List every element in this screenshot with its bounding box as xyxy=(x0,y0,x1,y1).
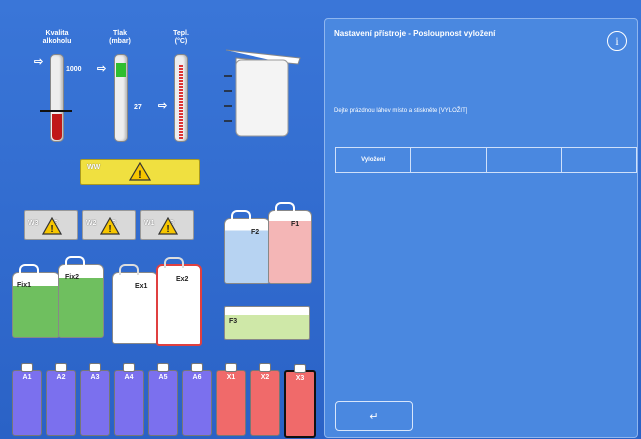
temperature-value: 27 xyxy=(134,104,142,111)
ww-tray-label: WW xyxy=(87,164,101,171)
reagent-bottle-label: A3 xyxy=(90,374,100,381)
pressure-gauge xyxy=(114,54,128,142)
ex-can-ex2-label: Ex2 xyxy=(176,276,189,283)
pressure-gauge-label-line2: (mbar) xyxy=(109,38,131,45)
can-handle-icon xyxy=(275,202,295,213)
temperature-gauge-arrow-icon: ⇨ xyxy=(158,100,168,112)
fix-can-fix2-label: Fix2 xyxy=(65,274,80,281)
ex-can-ex2[interactable]: Ex2 xyxy=(156,257,202,346)
wax-bath-w1-name: W1 xyxy=(144,220,155,227)
fix-can-fix1-label: Fix1 xyxy=(17,282,32,289)
return-arrow-icon: ↵ xyxy=(369,410,379,423)
reagent-bottle-label: X1 xyxy=(226,374,236,381)
can-handle-icon xyxy=(231,210,251,221)
info-icon[interactable]: i xyxy=(607,31,627,51)
reagent-bottle-a5[interactable]: A5 xyxy=(148,363,178,436)
warning-icon: ! xyxy=(129,162,151,181)
can-handle-icon xyxy=(164,257,184,268)
warning-icon: ! xyxy=(100,217,120,235)
reagent-bottle-a6[interactable]: A6 xyxy=(182,363,212,436)
warning-icon: ! xyxy=(158,217,178,235)
sequence-cell-4[interactable] xyxy=(560,148,637,172)
can-handle-icon xyxy=(65,256,85,267)
can-handle-icon xyxy=(19,264,39,275)
reagent-bottle-a2[interactable]: A2 xyxy=(46,363,76,436)
formalin-can-f2[interactable]: F2 xyxy=(224,210,270,284)
wax-bath-w2[interactable]: W2 °C ! xyxy=(82,210,136,240)
bottle-cap-icon xyxy=(89,363,101,372)
alcohol-gauge-arrow-icon: ⇨ xyxy=(34,56,44,68)
svg-text:!: ! xyxy=(138,169,142,181)
formalin-can-f1[interactable]: F1 xyxy=(268,202,312,284)
reagent-bottle-a1[interactable]: A1 xyxy=(12,363,42,436)
svg-text:!: ! xyxy=(166,224,169,235)
sequence-cell-1[interactable]: Vyložení xyxy=(335,148,410,172)
alcohol-gauge-label: Kvalita alkoholu xyxy=(36,30,78,46)
pressure-gauge-arrow-icon: ⇨ xyxy=(97,63,107,75)
reagent-bottle-label: A6 xyxy=(192,374,202,381)
pressure-gauge-fill xyxy=(116,63,126,77)
f3-tray-label: F3 xyxy=(229,318,238,325)
reagent-bottle-label: X2 xyxy=(260,374,270,381)
svg-text:!: ! xyxy=(50,224,53,235)
bottle-cap-icon xyxy=(294,364,306,373)
ex-can-ex1-label: Ex1 xyxy=(135,283,148,290)
formalin-can-f1-label: F1 xyxy=(291,221,300,228)
reagent-bottle-a4[interactable]: A4 xyxy=(114,363,144,436)
alcohol-quality-gauge xyxy=(50,54,64,142)
temperature-gauge-label-line2: (°C) xyxy=(174,38,188,45)
instruction-text: Dejte prázdnou láhev místo a stiskněte [… xyxy=(334,108,468,114)
temperature-gauge-label: Tepl. (°C) xyxy=(163,30,199,46)
bottle-cap-icon xyxy=(123,363,135,372)
formalin-can-f2-label: F2 xyxy=(251,229,260,236)
pressure-value: 1000 xyxy=(66,66,82,73)
retort-icon[interactable] xyxy=(222,46,304,140)
back-button[interactable]: ↵ xyxy=(335,401,413,431)
ww-tray[interactable]: WW ! xyxy=(80,159,200,185)
bottle-cap-icon xyxy=(191,363,203,372)
reagent-bottle-label: A2 xyxy=(56,374,66,381)
unload-sequence-table: Vyložení xyxy=(335,147,637,173)
reagent-bottle-label: X3 xyxy=(295,375,305,382)
temperature-gauge-scale xyxy=(179,65,183,139)
reagent-bottle-a3[interactable]: A3 xyxy=(80,363,110,436)
pressure-gauge-label: Tlak (mbar) xyxy=(102,30,138,46)
bottle-cap-icon xyxy=(225,363,237,372)
reagent-bottle-label: A4 xyxy=(124,374,134,381)
alcohol-gauge-threshold-line xyxy=(40,110,72,112)
settings-panel: Nastavení přístroje - Posloupnost vylože… xyxy=(324,18,638,438)
wax-bath-w1[interactable]: W1 °C ! xyxy=(140,210,194,240)
wax-bath-w3-name: W3 xyxy=(28,220,39,227)
reagent-bottle-label: A5 xyxy=(158,374,168,381)
wax-bath-w2-name: W2 xyxy=(86,220,97,227)
reagent-bottle-x2[interactable]: X2 xyxy=(250,363,280,436)
bottle-cap-icon xyxy=(259,363,271,372)
alcohol-gauge-label-line2: alkoholu xyxy=(42,38,72,45)
ex-can-ex1[interactable]: Ex1 xyxy=(112,264,158,344)
bottle-cap-icon xyxy=(21,363,33,372)
warning-icon: ! xyxy=(42,217,62,235)
reagent-bottle-x3[interactable]: X3 xyxy=(284,364,316,438)
f3-tray[interactable]: F3 xyxy=(224,306,310,340)
alcohol-gauge-fill xyxy=(52,114,62,140)
reagent-bottle-label: A1 xyxy=(22,374,32,381)
pressure-gauge-label-line1: Tlak xyxy=(112,30,127,37)
fix-can-fix1[interactable]: Fix1 xyxy=(12,264,60,338)
panel-title: Nastavení přístroje - Posloupnost vylože… xyxy=(334,29,496,38)
svg-text:!: ! xyxy=(108,224,111,235)
bottle-cap-icon xyxy=(157,363,169,372)
temperature-gauge xyxy=(174,54,188,142)
wax-bath-w3[interactable]: W3 °C ! xyxy=(24,210,78,240)
fix-can-fix2[interactable]: Fix2 xyxy=(58,256,104,338)
sequence-cell-2[interactable] xyxy=(410,148,485,172)
sequence-cell-3[interactable] xyxy=(485,148,561,172)
can-handle-icon xyxy=(119,264,139,275)
instrument-screen: Kvalita alkoholu ⇨ Tlak (mbar) 1000 ⇨ Te… xyxy=(0,0,641,439)
temperature-gauge-label-line1: Tepl. xyxy=(173,30,189,37)
alcohol-gauge-label-line1: Kvalita xyxy=(45,30,69,37)
reagent-bottle-x1[interactable]: X1 xyxy=(216,363,246,436)
bottle-cap-icon xyxy=(55,363,67,372)
